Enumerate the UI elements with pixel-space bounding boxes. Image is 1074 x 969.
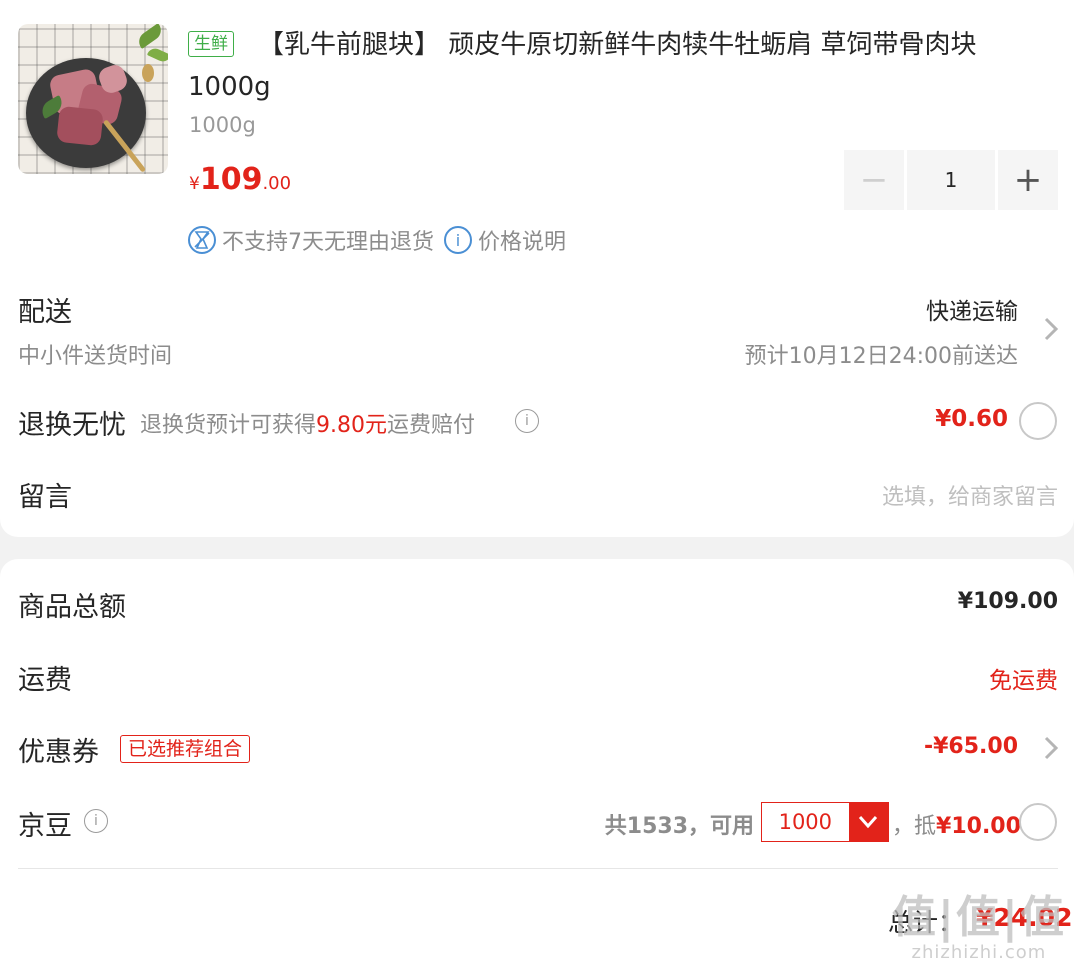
- goods-total-value: ¥109.00: [957, 589, 1058, 614]
- jd-bean-available: 共1533，可用: [604, 814, 754, 839]
- increase-quantity-button[interactable]: +: [998, 150, 1058, 210]
- goods-total-label: 商品总额: [18, 592, 126, 623]
- info-icon[interactable]: i: [515, 409, 539, 433]
- shipping-label: 运费: [18, 665, 72, 696]
- price-info-link[interactable]: 价格说明: [478, 224, 566, 256]
- info-icon[interactable]: i: [84, 809, 108, 833]
- coupon-combo-badge: 已选推荐组合: [120, 735, 251, 763]
- product-notices: 不支持7天无理由退货 i 价格说明: [188, 224, 566, 256]
- shipping-value: 免运费: [989, 668, 1058, 694]
- order-summary-card: 商品总额 ¥109.00 运费 免运费 优惠券 已选推荐组合 -¥65.00 京…: [0, 559, 1074, 969]
- jd-bean-selected-value[interactable]: 1000: [762, 803, 849, 841]
- message-input[interactable]: 选填，给商家留言: [882, 479, 1058, 511]
- chevron-right-icon[interactable]: [1042, 316, 1060, 346]
- jd-bean-label: 京豆: [18, 811, 72, 842]
- product-spec: 1000g: [189, 113, 256, 137]
- decrease-quantity-button[interactable]: −: [844, 150, 904, 210]
- quantity-value[interactable]: 1: [907, 150, 995, 210]
- product-price: ¥109.00: [189, 162, 292, 197]
- chevron-right-icon[interactable]: [1042, 735, 1060, 765]
- coupon-value[interactable]: -¥65.00: [924, 734, 1018, 759]
- divider: [18, 868, 1058, 869]
- delivery-method[interactable]: 快递运输: [926, 292, 1018, 326]
- delivery-eta[interactable]: 预计10月12日24:00前送达: [745, 338, 1018, 370]
- message-label: 留言: [18, 482, 72, 513]
- return-insurance-label: 退换无忧: [18, 410, 126, 441]
- order-item-card: 【乳牛前腿块】 顽皮牛原切新鲜牛肉犊牛牡蛎肩 草饲带骨肉块1000g 生鲜 10…: [0, 0, 1074, 537]
- info-icon[interactable]: i: [444, 226, 472, 254]
- fresh-badge: 生鲜: [188, 31, 234, 57]
- jd-bean-select[interactable]: 1000: [761, 802, 889, 842]
- product-image[interactable]: [18, 24, 168, 174]
- chevron-down-icon[interactable]: [848, 803, 888, 841]
- jd-bean-deduct: ，抵¥10.00: [892, 814, 1021, 839]
- coupon-label: 优惠券: [18, 737, 99, 768]
- return-insurance-radio[interactable]: [1019, 402, 1057, 440]
- return-insurance-price: ¥0.60: [935, 406, 1008, 432]
- delivery-time-label: 中小件送货时间: [18, 344, 173, 369]
- no-return-icon: [188, 226, 216, 254]
- return-insurance-desc: 退换货预计可获得9.80元运费赔付: [140, 413, 476, 438]
- delivery-label: 配送: [18, 297, 72, 328]
- product-title[interactable]: 【乳牛前腿块】 顽皮牛原切新鲜牛肉犊牛牡蛎肩 草饲带骨肉块1000g: [188, 24, 1038, 108]
- no-return-notice: 不支持7天无理由退货: [222, 230, 434, 255]
- watermark: 值|值|值 zhizhizhi.com: [891, 892, 1066, 964]
- jd-bean-radio[interactable]: [1019, 803, 1057, 841]
- quantity-stepper: − 1 +: [844, 150, 1058, 210]
